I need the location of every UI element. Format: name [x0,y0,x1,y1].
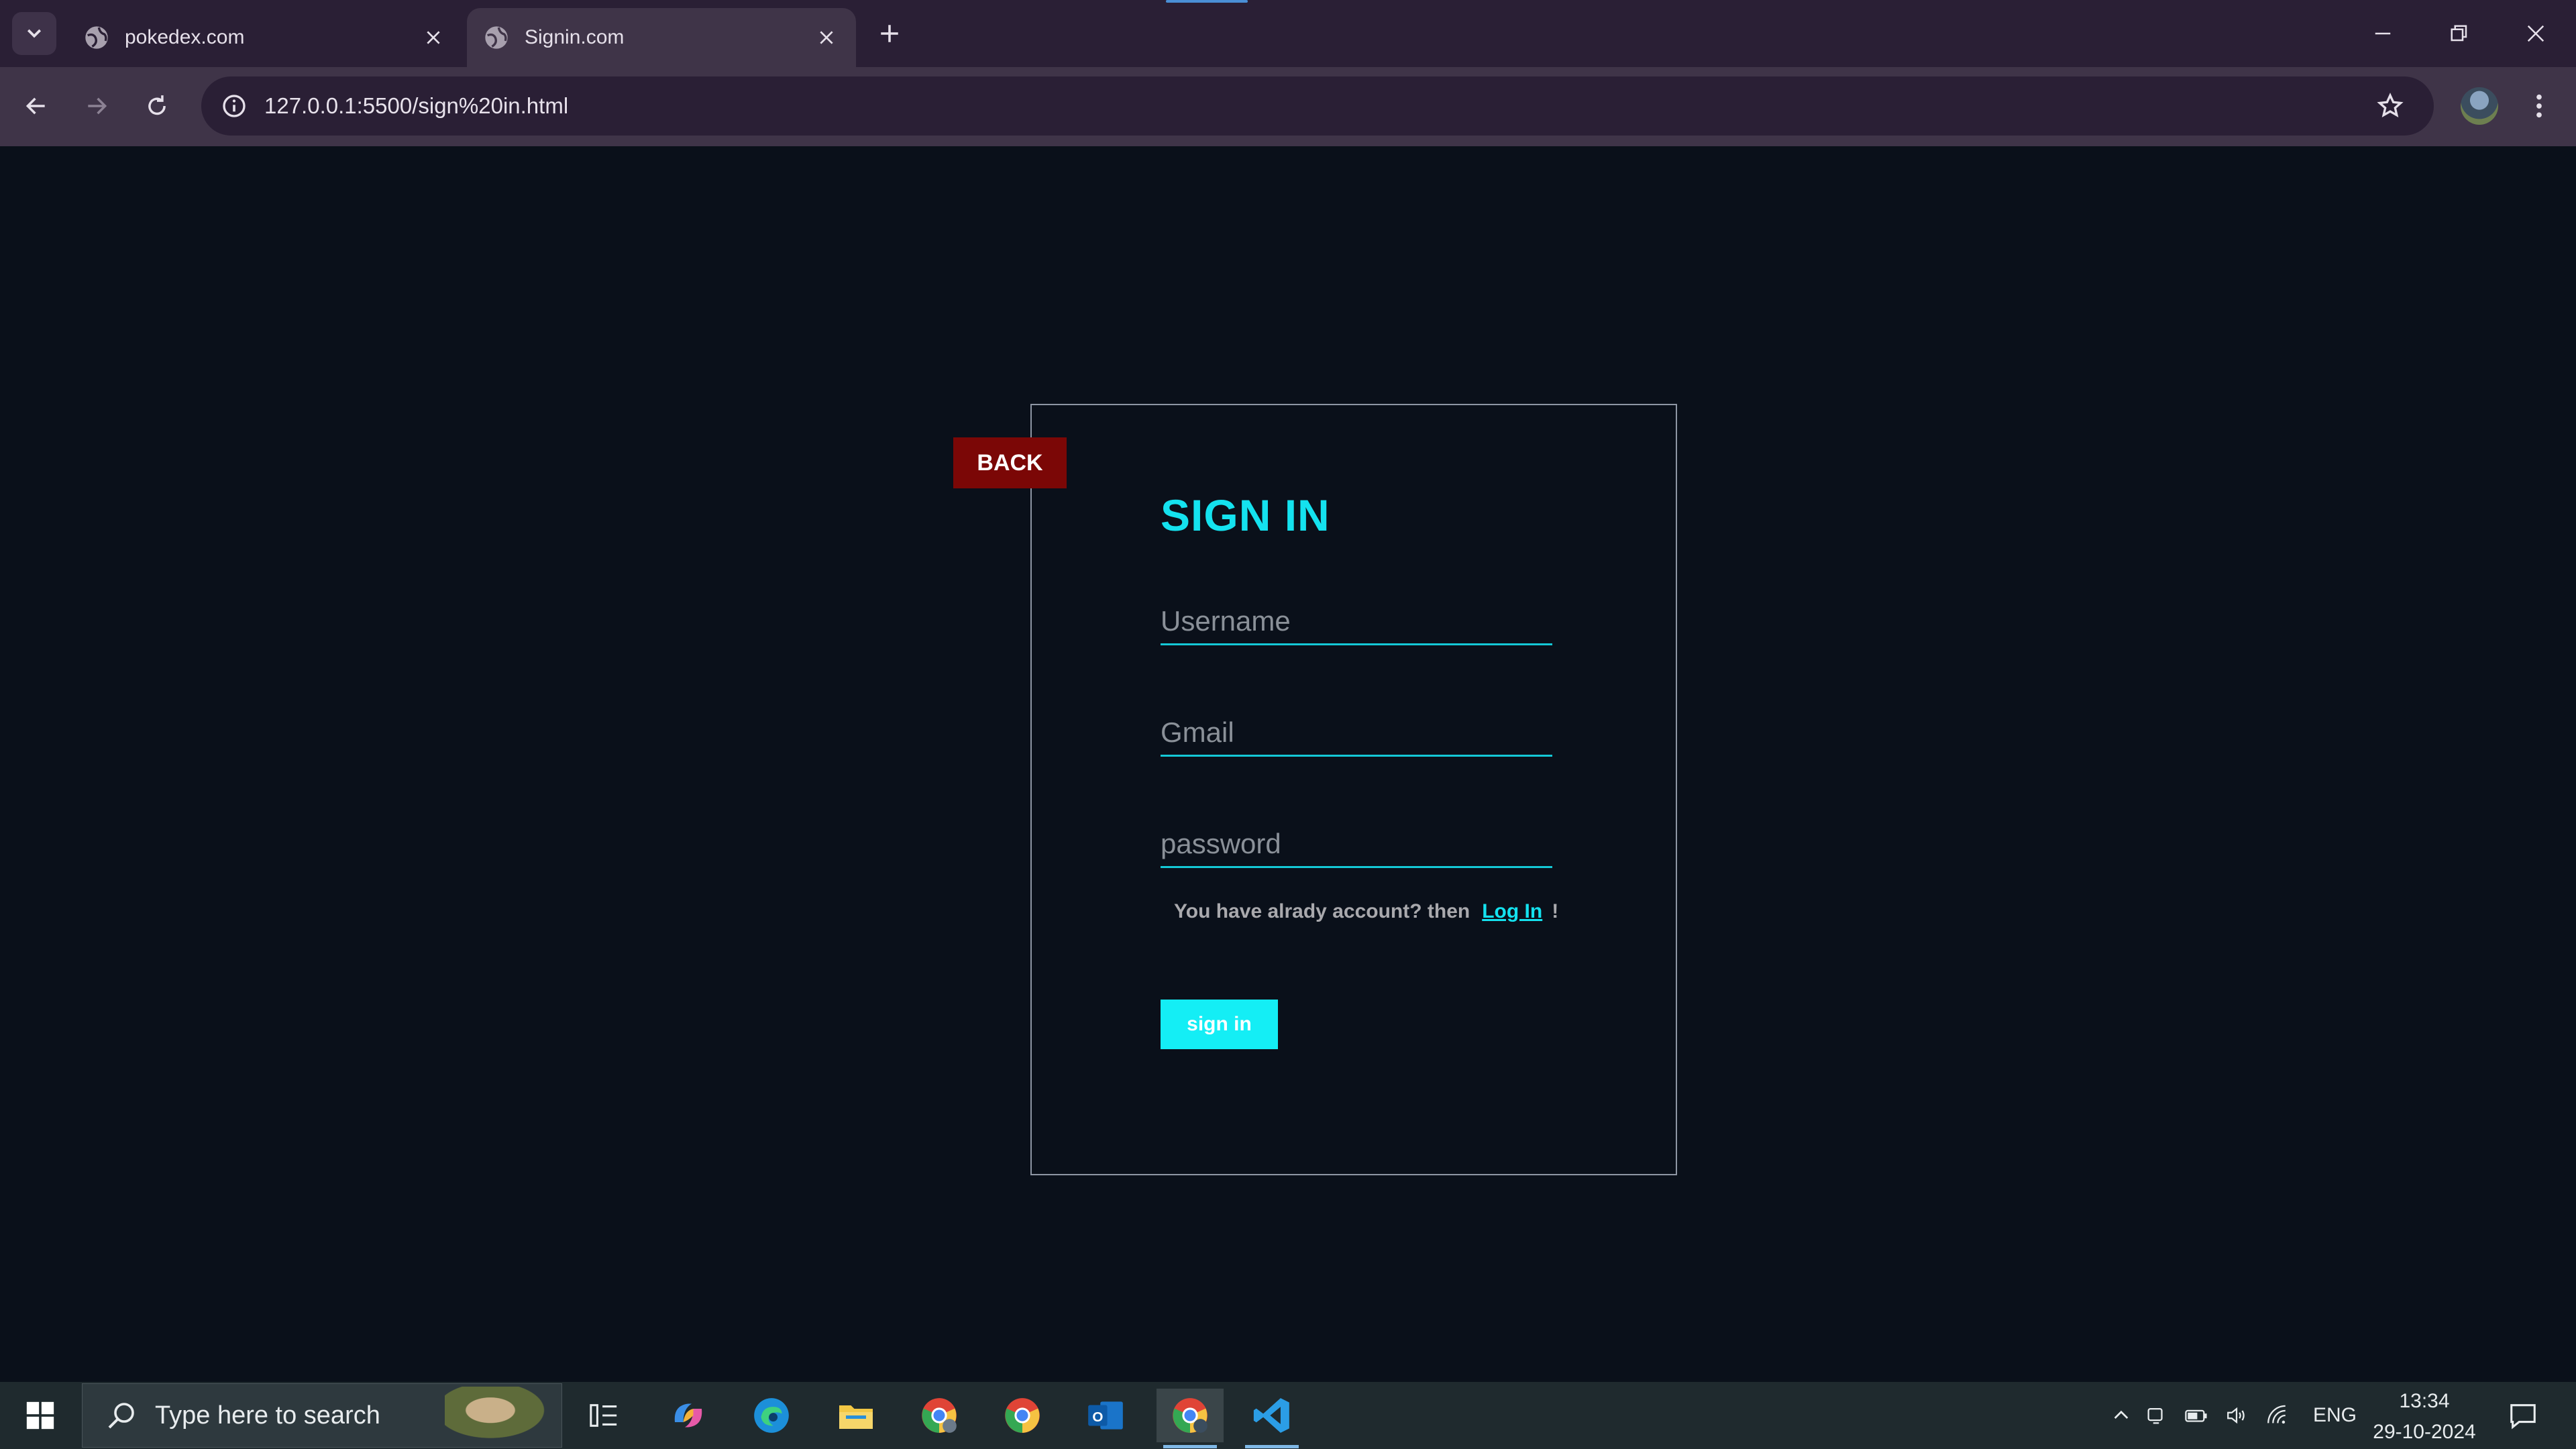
running-indicator [1163,1445,1217,1448]
chrome-profile-icon[interactable] [906,1389,973,1442]
meet-now-icon[interactable] [2136,1404,2176,1427]
notifications-icon[interactable] [2486,1389,2560,1442]
chrome-icon[interactable] [989,1389,1056,1442]
search-icon [101,1395,142,1436]
login-prompt: You have alrady account? then Log In! [1174,900,1558,923]
start-button[interactable] [7,1389,74,1442]
tab-title: Signin.com [525,26,625,48]
back-nav-button[interactable] [12,85,60,127]
arrow-right-icon [88,97,107,115]
profile-avatar[interactable] [2461,87,2498,125]
username-field[interactable] [1161,598,1552,645]
svg-text:O: O [1092,1409,1103,1425]
reload-button[interactable] [133,85,181,127]
plus-icon [881,25,898,42]
vscode-icon[interactable] [1238,1389,1305,1442]
signin-card [1030,404,1677,1175]
tab-signin[interactable]: Signin.com [467,8,856,67]
browser-titlebar: pokedex.com Signin.com [0,0,2576,67]
password-field[interactable] [1161,821,1552,868]
browser-menu-button[interactable] [2522,83,2556,129]
running-indicator [1245,1445,1299,1448]
page-title: SIGN IN [1161,490,1330,540]
more-vertical-icon [2536,94,2542,118]
forward-nav-button[interactable] [72,85,121,127]
url-text[interactable]: 127.0.0.1:5500/sign%20in.html [264,93,2367,119]
outlook-icon[interactable]: O [1072,1389,1139,1442]
edge-icon[interactable] [738,1389,805,1442]
taskbar-search[interactable]: Type here to search [82,1383,562,1448]
close-window-button[interactable] [2509,12,2563,55]
taskbar-clock[interactable]: 13:34 29-10-2024 [2364,1386,2485,1448]
copilot-icon[interactable] [655,1389,722,1442]
volume-icon[interactable] [2216,1404,2257,1427]
arrow-left-icon [25,97,45,115]
windows-logo-icon [26,1401,54,1430]
close-icon [2527,25,2544,42]
language-indicator[interactable]: ENG [2313,1404,2357,1427]
login-prompt-text: You have alrady account? then [1174,900,1470,922]
chevron-up-icon[interactable] [2106,1405,2136,1426]
tab-strip-indicator [1166,0,1248,3]
task-view-icon[interactable] [570,1389,637,1442]
restore-icon [2451,25,2467,42]
close-tab-icon[interactable] [808,19,845,56]
globe-icon [485,26,508,49]
chrome-active-icon[interactable] [1157,1389,1224,1442]
site-info-icon[interactable] [217,89,251,123]
tab-pokedex[interactable]: pokedex.com [67,8,463,67]
reload-icon [148,95,166,115]
chevron-down-icon [27,29,42,38]
battery-icon[interactable] [2176,1404,2216,1427]
tab-search-button[interactable] [12,12,56,55]
restore-button[interactable] [2432,12,2486,55]
file-explorer-icon[interactable] [822,1389,890,1442]
new-tab-button[interactable] [869,13,910,54]
tab-title: pokedex.com [125,26,245,48]
back-button[interactable]: BACK [953,437,1067,488]
search-highlight-image [445,1387,559,1446]
globe-icon [85,26,108,49]
login-prompt-suffix: ! [1552,900,1559,922]
search-placeholder: Type here to search [155,1401,380,1430]
bookmark-star-icon[interactable] [2367,83,2414,129]
close-tab-icon[interactable] [415,19,452,56]
gmail-field[interactable] [1161,710,1552,757]
clock-time: 13:34 [2399,1390,2450,1412]
wifi-icon[interactable] [2257,1404,2297,1427]
address-bar[interactable]: 127.0.0.1:5500/sign%20in.html [201,76,2434,136]
minimize-icon [2375,32,2391,35]
system-tray: ENG [2106,1392,2357,1439]
clock-date: 29-10-2024 [2373,1421,2476,1443]
minimize-button[interactable] [2356,12,2410,55]
signin-button[interactable]: sign in [1161,1000,1278,1049]
login-link[interactable]: Log In [1482,900,1542,922]
